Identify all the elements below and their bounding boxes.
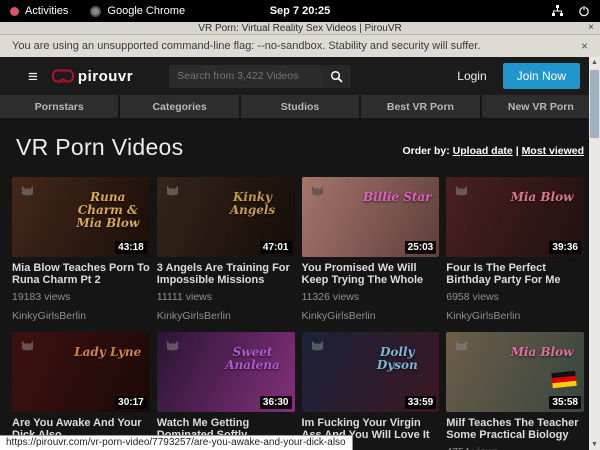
video-title[interactable]: 3 Angels Are Training For Impossible Mis…: [157, 262, 295, 286]
scroll-down-arrow-icon[interactable]: ▼: [589, 439, 600, 450]
clock[interactable]: Sep 7 20:25: [0, 5, 600, 17]
duration-badge: 47:01: [260, 241, 292, 254]
cat-mask-logo-icon: [165, 183, 180, 196]
nav-item-new-vr-porn[interactable]: New VR Porn: [482, 95, 600, 118]
nav-item-categories[interactable]: Categories: [120, 95, 238, 118]
tab-close-icon[interactable]: ×: [588, 22, 594, 33]
video-thumbnail[interactable]: Sweet Analena 36:30: [157, 332, 295, 412]
site-logo[interactable]: pirouvr: [52, 68, 133, 85]
video-thumbnail[interactable]: Dolly Dyson 33:59: [302, 332, 440, 412]
studio-link[interactable]: KinkyGirlsBerlin: [12, 310, 150, 322]
cat-mask-logo-icon: [454, 183, 469, 196]
infobar-close-icon[interactable]: ×: [581, 39, 588, 53]
view-count: 6958 views: [446, 291, 584, 303]
view-count: 4754 views: [446, 446, 584, 450]
duration-badge: 43:18: [115, 241, 147, 254]
cat-mask-logo-icon: [20, 183, 35, 196]
page-title-text: VR Porn: Virtual Reality Sex Videos | Pi…: [198, 23, 401, 34]
video-thumbnail[interactable]: Mia Blow 39:36: [446, 177, 584, 257]
studio-link[interactable]: KinkyGirlsBerlin: [157, 310, 295, 322]
video-card[interactable]: Kinky Angels 47:01 3 Angels Are Training…: [157, 177, 295, 322]
video-thumbnail[interactable]: Billie Star 25:03: [302, 177, 440, 257]
join-now-button[interactable]: Join Now: [503, 63, 580, 89]
login-link[interactable]: Login: [457, 69, 486, 83]
search-button[interactable]: [321, 65, 351, 88]
site-header: ≡ pirouvr Login Join Now: [0, 57, 600, 95]
thumbnail-overlay-text: Lady Lyne: [72, 346, 144, 359]
page-heading: VR Porn Videos: [16, 134, 183, 161]
order-upload-date-link[interactable]: Upload date: [453, 145, 513, 157]
video-title[interactable]: Four Is The Perfect Birthday Party For M…: [446, 262, 584, 286]
nav-item-pornstars[interactable]: Pornstars: [0, 95, 118, 118]
thumbnail-overlay-text: Mia Blow: [506, 191, 578, 204]
search-input[interactable]: [169, 65, 321, 88]
order-separator: |: [516, 145, 519, 157]
cat-mask-logo-icon: [20, 338, 35, 351]
logo-text: pirouvr: [78, 68, 133, 85]
video-card[interactable]: Lady Lyne 30:17 Are You Awake And Your D…: [12, 332, 150, 450]
thumbnail-overlay-text: Sweet Analena: [217, 346, 289, 372]
video-card[interactable]: Billie Star 25:03 You Promised We Will K…: [302, 177, 440, 322]
german-flag-icon: [551, 371, 576, 388]
view-count: 19183 views: [12, 291, 150, 303]
video-card[interactable]: Sweet Analena 36:30 Watch Me Getting Dom…: [157, 332, 295, 450]
studio-link[interactable]: KinkyGirlsBerlin: [302, 310, 440, 322]
duration-badge: 39:36: [549, 241, 581, 254]
thumbnail-overlay-text: Kinky Angels: [217, 191, 289, 217]
hamburger-menu-icon[interactable]: ≡: [28, 68, 38, 85]
video-card[interactable]: Mia Blow 35:58 Milf Teaches The Teacher …: [446, 332, 584, 450]
order-by-label: Order by:: [402, 145, 449, 157]
network-icon[interactable]: [551, 5, 564, 17]
video-title[interactable]: You Promised We Will Keep Trying The Who…: [302, 262, 440, 286]
scroll-up-arrow-icon[interactable]: ▲: [589, 57, 600, 68]
cat-mask-logo-icon: [454, 338, 469, 351]
main-nav: Pornstars Categories Studios Best VR Por…: [0, 95, 600, 118]
video-thumbnail[interactable]: Runa Charm & Mia Blow 43:18: [12, 177, 150, 257]
chrome-infobar: You are using an unsupported command-lin…: [0, 35, 600, 57]
duration-badge: 25:03: [405, 241, 437, 254]
browser-title-bar: VR Porn: Virtual Reality Sex Videos | Pi…: [0, 22, 600, 35]
system-top-bar: Activities Google Chrome Sep 7 20:25: [0, 0, 600, 22]
nav-item-best-vr-porn[interactable]: Best VR Porn: [361, 95, 479, 118]
status-bar-url: https://pirouvr.com/vr-porn-video/779325…: [0, 435, 353, 450]
video-card[interactable]: Runa Charm & Mia Blow 43:18 Mia Blow Tea…: [12, 177, 150, 322]
video-thumbnail[interactable]: Lady Lyne 30:17: [12, 332, 150, 412]
view-count: 11111 views: [157, 291, 295, 303]
order-by-controls: Order by: Upload date | Most viewed: [402, 145, 584, 161]
page-scrollbar[interactable]: ▲ ▼: [589, 57, 600, 450]
power-icon[interactable]: [578, 5, 590, 17]
video-card[interactable]: Mia Blow 39:36 Four Is The Perfect Birth…: [446, 177, 584, 322]
thumbnail-overlay-text: Runa Charm & Mia Blow: [72, 191, 144, 230]
scrollbar-thumb[interactable]: [590, 70, 599, 138]
view-count: 11326 views: [302, 291, 440, 303]
video-card[interactable]: Dolly Dyson 33:59 Im Fucking Your Virgin…: [302, 332, 440, 450]
video-thumbnail[interactable]: Kinky Angels 47:01: [157, 177, 295, 257]
thumbnail-overlay-text: Mia Blow: [506, 346, 578, 359]
thumbnail-overlay-text: Dolly Dyson: [361, 346, 433, 372]
web-page: ≡ pirouvr Login Join Now Pornstars Categ…: [0, 57, 600, 450]
duration-badge: 33:59: [405, 396, 437, 409]
video-thumbnail[interactable]: Mia Blow 35:58: [446, 332, 584, 412]
search-bar: [169, 65, 351, 88]
vr-goggles-icon: [52, 69, 74, 83]
duration-badge: 36:30: [260, 396, 292, 409]
page-header-row: VR Porn Videos Order by: Upload date | M…: [0, 118, 600, 177]
cat-mask-logo-icon: [310, 183, 325, 196]
search-icon: [330, 70, 343, 83]
duration-badge: 30:17: [115, 396, 147, 409]
duration-badge: 35:58: [549, 396, 581, 409]
thumbnail-overlay-text: Billie Star: [361, 191, 433, 204]
nav-item-studios[interactable]: Studios: [241, 95, 359, 118]
studio-link[interactable]: KinkyGirlsBerlin: [446, 310, 584, 322]
video-title[interactable]: Mia Blow Teaches Porn To Runa Charm Pt 2: [12, 262, 150, 286]
cat-mask-logo-icon: [310, 338, 325, 351]
order-most-viewed-link[interactable]: Most viewed: [522, 145, 584, 157]
infobar-message: You are using an unsupported command-lin…: [12, 40, 480, 52]
cat-mask-logo-icon: [165, 338, 180, 351]
video-title[interactable]: Milf Teaches The Teacher Some Practical …: [446, 417, 584, 441]
video-grid: Runa Charm & Mia Blow 43:18 Mia Blow Tea…: [12, 177, 584, 450]
